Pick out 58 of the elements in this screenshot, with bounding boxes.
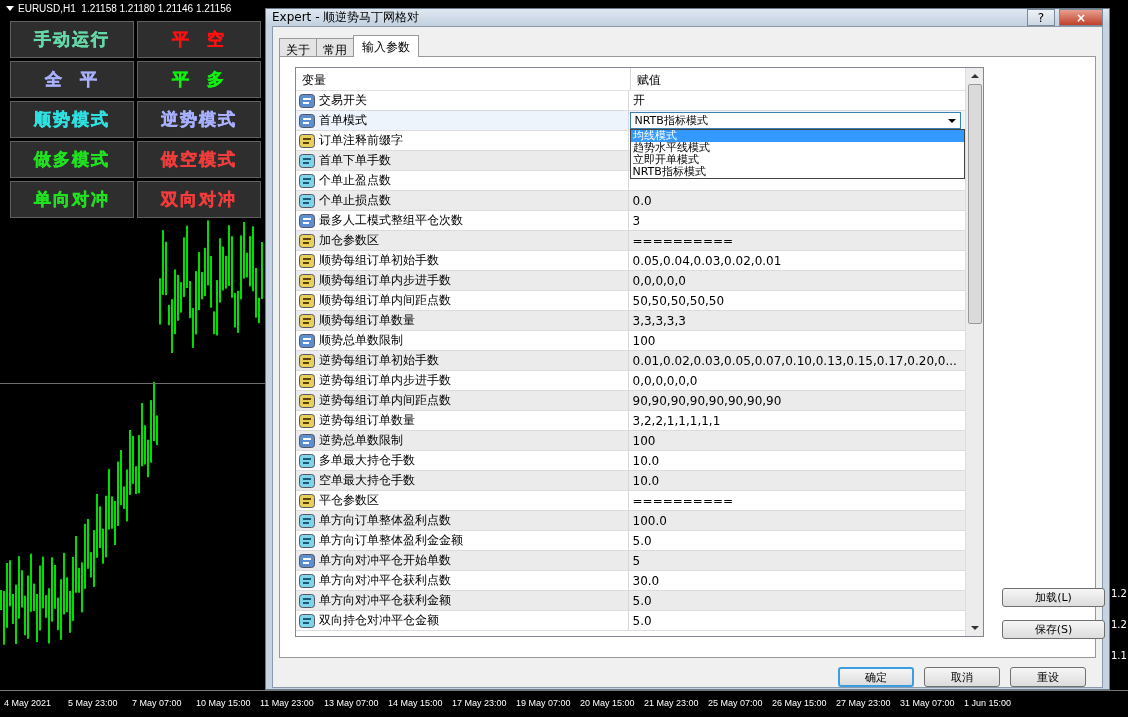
- parameter-name: 逆势每组订单数量: [319, 412, 415, 429]
- time-label: 1 Jun 15:00: [964, 698, 1013, 709]
- parameter-name: 单方向对冲平仓开始单数: [319, 552, 451, 569]
- parameter-value: 30.0: [632, 573, 660, 588]
- parameter-name: 单方向订单整体盈利点数: [319, 512, 451, 529]
- parameter-name: 单方向对冲平仓获利金额: [319, 592, 451, 609]
- parameter-name: 交易开关: [319, 92, 367, 109]
- parameter-value: 10.0: [632, 473, 660, 488]
- parameter-name: 顺势每组订单内间距点数: [319, 292, 451, 309]
- parameter-name: 多单最大持仓手数: [319, 452, 415, 469]
- parameter-name: 平仓参数区: [319, 492, 379, 509]
- time-label: 4 May 2021: [4, 698, 53, 709]
- parameter-name: 单方向对冲平仓获利点数: [319, 572, 451, 589]
- window-title: Expert - 顺逆势马丁网格对: [272, 9, 421, 26]
- parameter-name: 订单注释前缀字: [319, 132, 403, 149]
- parameter-value: 10.0: [632, 453, 660, 468]
- parameter-name: 个单止损点数: [319, 192, 391, 209]
- parameter-value: 50,50,50,50,50: [632, 293, 725, 308]
- parameter-name: 顺势每组订单初始手数: [319, 252, 439, 269]
- time-label: 5 May 23:00: [68, 698, 119, 709]
- parameter-value: 5.0: [632, 613, 652, 628]
- parameter-name: 逆势每组订单内步进手数: [319, 372, 451, 389]
- symbol-header: EURUSD,H1 1.21158 1.21180 1.21146 1.21156: [18, 3, 232, 14]
- price-label: 1.1: [1111, 650, 1127, 661]
- parameter-name: 顺势总单数限制: [319, 332, 403, 349]
- parameter-name: 加仓参数区: [319, 232, 379, 249]
- parameter-value: 5.0: [632, 593, 652, 608]
- parameter-value: 0,0,0,0,0,0: [632, 373, 698, 388]
- parameter-value: 0.0: [632, 193, 652, 208]
- parameter-value: 100: [632, 333, 656, 348]
- parameter-value: ==========: [632, 233, 734, 248]
- parameter-value: 开: [632, 92, 645, 109]
- parameter-value: 0,0,0,0,0: [632, 273, 686, 288]
- parameter-name: 单方向订单整体盈利金金额: [319, 532, 463, 549]
- parameter-value: 90,90,90,90,90,90,90,90: [632, 393, 782, 408]
- parameter-value: 100.0: [632, 513, 667, 528]
- parameter-value: 3: [632, 213, 641, 228]
- parameter-value: ==========: [632, 493, 734, 508]
- parameter-value: 0.05,0.04,0.03,0.02,0.01: [632, 253, 782, 268]
- price-label: 1.2: [1111, 588, 1127, 599]
- parameter-name: 首单模式: [319, 112, 367, 129]
- parameter-value: 100: [632, 433, 656, 448]
- parameter-value: 5: [632, 553, 641, 568]
- parameter-name: 空单最大持仓手数: [319, 472, 415, 489]
- parameter-name: 逆势每组订单初始手数: [319, 352, 439, 369]
- parameter-value: 0.01,0.02,0.03,0.05,0.07,0.10,0.13,0.15,0.17,0.20,0...: [632, 353, 957, 368]
- parameter-name: 双向持仓对冲平仓金额: [319, 612, 439, 629]
- price-label: 1.2: [1111, 619, 1127, 630]
- parameter-name: 首单下单手数: [319, 152, 391, 169]
- parameter-value: 3,2,2,1,1,1,1,1: [632, 413, 721, 428]
- time-label: 7 May 07:00: [132, 698, 183, 709]
- parameter-name: 顺势每组订单内步进手数: [319, 272, 451, 289]
- parameter-name: 逆势每组订单内间距点数: [319, 392, 451, 409]
- parameter-value: 5.0: [632, 533, 652, 548]
- parameter-name: 最多人工模式整组平仓次数: [319, 212, 463, 229]
- parameter-name: 顺势每组订单数量: [319, 312, 415, 329]
- parameter-name: 逆势总单数限制: [319, 432, 403, 449]
- parameter-value: 3,3,3,3,3: [632, 313, 686, 328]
